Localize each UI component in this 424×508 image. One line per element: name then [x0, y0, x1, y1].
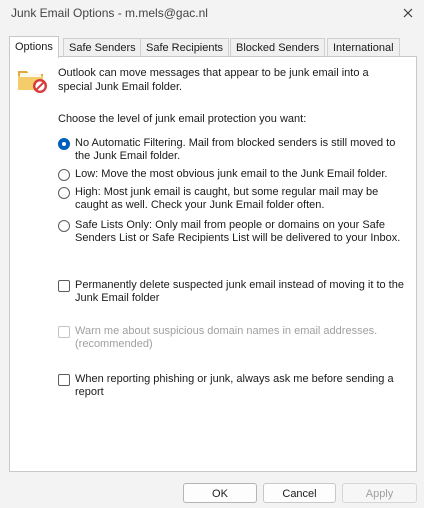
option-permanently-delete[interactable]: Permanently delete suspected junk email … [58, 279, 410, 305]
option-ask-before-report[interactable]: When reporting phishing or junk, always … [58, 373, 410, 399]
title-bar: Junk Email Options - m.mels@gac.nl [0, 0, 424, 28]
ok-button[interactable]: OK [183, 483, 257, 503]
level-low[interactable]: Low: Move the most obvious junk email to… [58, 168, 410, 181]
protection-level-label: Choose the level of junk email protectio… [58, 113, 307, 125]
checkbox-permanently-delete[interactable] [58, 280, 70, 292]
tab-international[interactable]: International [327, 38, 400, 57]
level-no-filtering-label: No Automatic Filtering. Mail from blocke… [75, 137, 396, 162]
level-safe-lists-only[interactable]: Safe Lists Only: Only mail from people o… [58, 219, 410, 245]
radio-high[interactable] [58, 187, 70, 199]
level-safe-lists-only-label: Safe Lists Only: Only mail from people o… [75, 219, 401, 244]
tab-options[interactable]: Options [9, 36, 59, 58]
tab-blocked-senders[interactable]: Blocked Senders [230, 38, 326, 57]
option-ask-before-report-label: When reporting phishing or junk, always … [75, 373, 394, 398]
level-no-filtering[interactable]: No Automatic Filtering. Mail from blocke… [58, 137, 410, 163]
close-icon [403, 8, 413, 18]
intro-text: Outlook can move messages that appear to… [58, 67, 369, 93]
option-warn-suspicious-domains: Warn me about suspicious domain names in… [58, 325, 410, 351]
level-high[interactable]: High: Most junk email is caught, but som… [58, 186, 410, 212]
level-low-label: Low: Move the most obvious junk email to… [75, 168, 388, 180]
option-permanently-delete-label: Permanently delete suspected junk email … [75, 279, 404, 304]
tab-strip: Options Safe Senders Safe Recipients Blo… [9, 36, 417, 58]
checkbox-ask-before-report[interactable] [58, 374, 70, 386]
level-high-label: High: Most junk email is caught, but som… [75, 186, 379, 211]
cancel-button[interactable]: Cancel [263, 483, 336, 503]
radio-no-filtering[interactable] [58, 138, 70, 150]
apply-button: Apply [342, 483, 417, 503]
tab-safe-senders[interactable]: Safe Senders [63, 38, 142, 57]
close-button[interactable] [396, 2, 420, 24]
radio-low[interactable] [58, 169, 70, 181]
option-warn-suspicious-domains-label: Warn me about suspicious domain names in… [75, 325, 378, 350]
window-title: Junk Email Options - m.mels@gac.nl [11, 6, 208, 20]
junk-folder-icon [18, 71, 47, 93]
radio-safe-lists-only[interactable] [58, 220, 70, 232]
tab-safe-recipients[interactable]: Safe Recipients [140, 38, 230, 57]
options-panel: Outlook can move messages that appear to… [9, 56, 417, 472]
checkbox-warn-suspicious-domains [58, 326, 70, 338]
